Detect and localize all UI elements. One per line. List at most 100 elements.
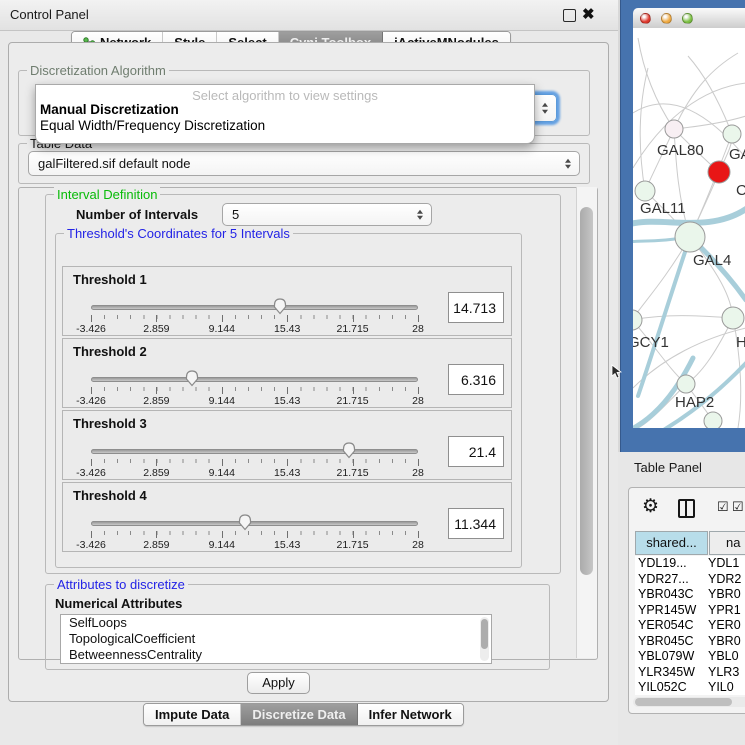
table-row[interactable]: YDR27...YDR2 (635, 572, 745, 588)
slider-tick-label: 21.715 (337, 395, 369, 407)
tab-discretize-data[interactable]: Discretize Data (241, 704, 357, 725)
slider-tick-label: 15.43 (274, 539, 300, 551)
attribute-item[interactable]: BetweennessCentrality (61, 647, 491, 663)
threshold-label: Threshold 4 (73, 488, 147, 503)
panel-scrollbar-thumb[interactable] (580, 207, 593, 575)
close-icon[interactable]: ✖ (582, 5, 595, 23)
attribute-item[interactable]: SelfLoops (61, 615, 491, 631)
slider-tick-label: 28 (412, 467, 424, 479)
list-scrollbar-thumb[interactable] (481, 619, 488, 649)
network-node-gal4[interactable] (675, 222, 705, 252)
checkbox-icon[interactable]: ☑ (717, 499, 729, 515)
slider-tick-label: 15.43 (274, 323, 300, 335)
network-window-titlebar[interactable] (633, 8, 745, 29)
slider-tick-label: 2.859 (143, 395, 169, 407)
apply-button[interactable]: Apply (247, 672, 310, 694)
slider-tick-label: -3.426 (76, 323, 106, 335)
table-row[interactable]: YBR043CYBR0 (635, 587, 745, 603)
number-of-intervals-combobox[interactable]: 5 (222, 203, 432, 226)
slider-track[interactable] (91, 449, 418, 454)
numerical-attributes-list[interactable]: SelfLoopsTopologicalCoefficientBetweenne… (60, 614, 492, 664)
slider-minor-ticks (91, 315, 419, 319)
network-canvas[interactable]: GAL80GACGAL11GAL4GCY1HHAP2 (633, 28, 745, 428)
slider-thumb[interactable] (184, 369, 200, 387)
interval-definition-title: Interval Definition (54, 187, 160, 202)
cell-shared-name: YLR345W (635, 665, 708, 679)
slider-track[interactable] (91, 377, 418, 382)
slider-tick-label: 28 (412, 539, 424, 551)
tab-label: Impute Data (155, 707, 229, 722)
table-row[interactable]: YER054CYER0 (635, 618, 745, 634)
slider-major-tick (418, 387, 419, 394)
table-row[interactable]: YDL19...YDL1 (635, 556, 745, 572)
table-horizontal-scrollbar[interactable] (633, 697, 745, 707)
algorithm-option-equal-width[interactable]: Equal Width/Frequency Discretization (40, 118, 265, 133)
slider-tick-label: 28 (412, 395, 424, 407)
threshold-value-field[interactable]: 21.4 (448, 436, 504, 467)
table-data-combobox[interactable]: galFiltered.sif default node (28, 151, 580, 176)
tab-infer-network[interactable]: Infer Network (358, 704, 463, 725)
threshold-value-field[interactable]: 11.344 (448, 508, 504, 539)
minimize-traffic-light[interactable] (661, 13, 672, 24)
table-row[interactable]: YIL052CYIL0 (635, 680, 745, 695)
column-header-shared-name[interactable]: shared... (635, 531, 708, 555)
close-traffic-light[interactable] (640, 13, 651, 24)
float-window-icon[interactable] (563, 9, 576, 22)
slider-thumb[interactable] (341, 441, 357, 459)
network-node-h[interactable] (722, 307, 744, 329)
threshold-value-field[interactable]: 6.316 (448, 364, 504, 395)
network-node-hap2[interactable] (677, 375, 695, 393)
cell-name: YPR1 (708, 603, 741, 617)
table-row[interactable]: YBR045CYBR0 (635, 634, 745, 650)
panel-scrollbar[interactable] (576, 187, 597, 658)
slider-minor-ticks (91, 387, 419, 391)
tab-impute-data[interactable]: Impute Data (144, 704, 241, 725)
threshold-value-field[interactable]: 14.713 (448, 292, 504, 323)
cell-name: YIL0 (708, 680, 734, 694)
slider-major-tick (91, 315, 92, 322)
combo-arrows-icon (542, 103, 548, 114)
table-hscrollbar-thumb[interactable] (635, 698, 732, 706)
node-label: H (736, 334, 745, 351)
slider-track[interactable] (91, 305, 418, 310)
cell-shared-name: YER054C (635, 618, 708, 632)
network-node-ga[interactable] (723, 125, 741, 143)
threshold-row-2: Threshold 2-3.4262.8599.14415.4321.71528… (62, 338, 512, 408)
cell-name: YBR0 (708, 634, 741, 648)
gear-icon[interactable]: ⚙ (642, 497, 659, 516)
attribute-item[interactable]: TopologicalCoefficient (61, 631, 491, 647)
slider-tick-label: 2.859 (143, 323, 169, 335)
slider-major-tick (156, 315, 157, 322)
node-table-rows[interactable]: YDL19...YDL1YDR27...YDR2YBR043CYBR0YPR14… (635, 556, 745, 695)
list-scrollbar[interactable] (480, 617, 489, 661)
slider-tick-label: 21.715 (337, 323, 369, 335)
cell-name: YDR2 (708, 572, 741, 586)
network-node-gal80[interactable] (665, 120, 683, 138)
cell-name: YLR3 (708, 665, 739, 679)
slider-major-tick (418, 315, 419, 322)
algorithm-option-manual[interactable]: Manual Discretization (40, 102, 179, 117)
slider-track[interactable] (91, 521, 418, 526)
table-row[interactable]: YBL079WYBL0 (635, 649, 745, 665)
control-panel-titlebar: Control Panel ✖ (0, 0, 618, 31)
checkbox-icon[interactable]: ☑ (732, 499, 744, 515)
column-header-name[interactable]: na (709, 531, 745, 555)
table-row[interactable]: YLR345WYLR3 (635, 665, 745, 681)
network-node-gal11[interactable] (635, 181, 655, 201)
network-node[interactable] (704, 412, 722, 428)
network-node-gcy1[interactable] (633, 310, 642, 330)
threshold-label: Threshold 2 (73, 344, 147, 359)
control-panel-title: Control Panel (10, 7, 89, 22)
slider-major-tick (287, 315, 288, 322)
cell-shared-name: YPR145W (635, 603, 708, 617)
network-node-c[interactable] (708, 161, 730, 183)
zoom-traffic-light[interactable] (682, 13, 693, 24)
slider-tick-label: -3.426 (76, 539, 106, 551)
columns-icon[interactable] (678, 499, 695, 518)
slider-thumb[interactable] (237, 513, 253, 531)
slider-thumb[interactable] (272, 297, 288, 315)
node-label: GAL80 (657, 142, 704, 159)
node-label: GCY1 (633, 334, 669, 351)
threshold-label: Threshold 3 (73, 416, 147, 431)
table-row[interactable]: YPR145WYPR1 (635, 603, 745, 619)
